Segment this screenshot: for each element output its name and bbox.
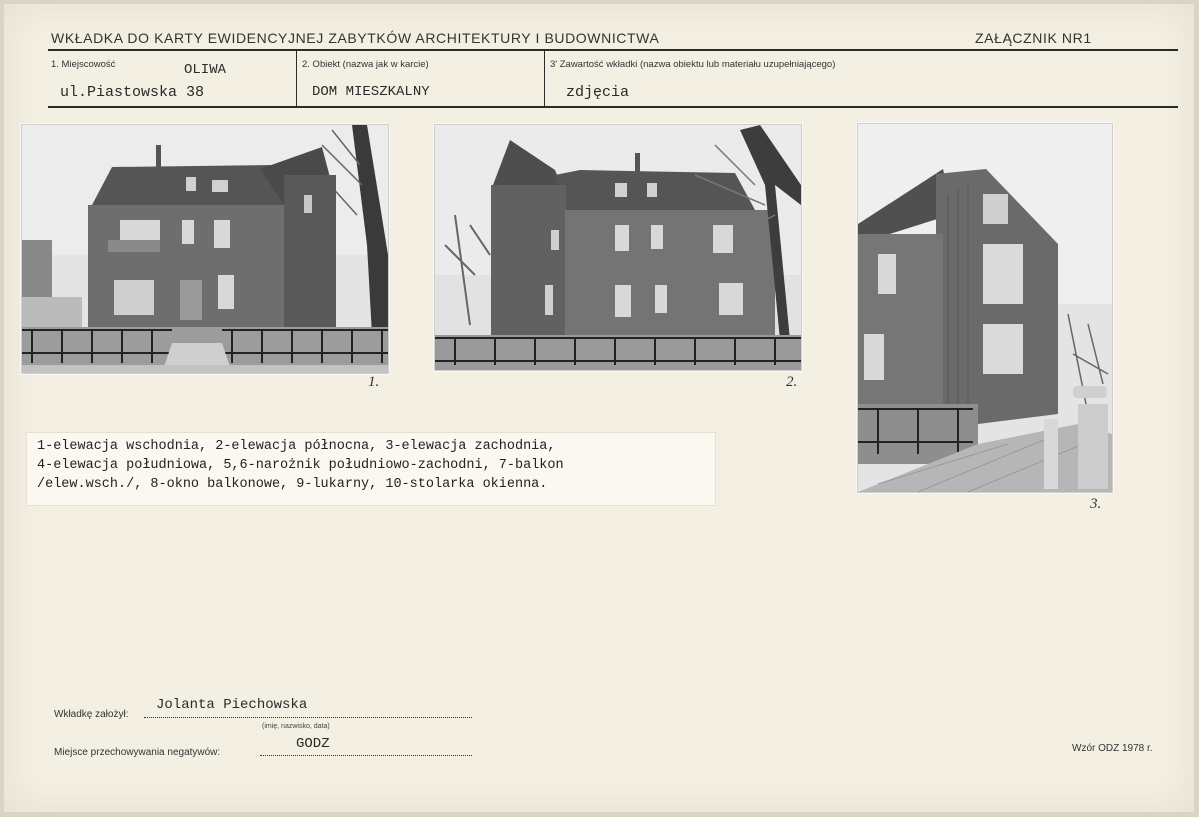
photo-3 (857, 123, 1113, 493)
object-value: DOM MIESZKALNY (312, 84, 430, 100)
photo-legend: 1-elewacja wschodnia, 2-elewacja północn… (26, 432, 716, 506)
record-card: WKŁADKA DO KARTY EWIDENCYJNEJ ZABYTKÓW A… (4, 4, 1194, 812)
photo-2 (434, 124, 802, 371)
location-label: 1. Miejscowość (51, 59, 116, 70)
location-value: OLIWA (184, 62, 227, 78)
negatives-storage-value: GODZ (296, 736, 330, 752)
negatives-storage-label: Miejsce przechowywania negatywów: (54, 747, 221, 758)
contents-value: zdjęcia (566, 84, 630, 101)
legend-line-2: 4-elewacja południowa, 5,6-narożnik połu… (37, 458, 564, 473)
photo-3-image (858, 124, 1112, 492)
header-top-rule (48, 49, 1178, 51)
header-divider-2 (544, 51, 545, 106)
contents-label: 3' Zawartość wkładki (nazwa obiektu lub … (550, 59, 836, 70)
annex-label: ZAŁĄCZNIK NR1 (975, 30, 1092, 46)
header-bottom-rule (48, 106, 1178, 108)
header-divider-1 (296, 51, 297, 106)
photo-3-number: 3. (1090, 496, 1102, 512)
photo-1-image (22, 125, 388, 373)
photo-2-image (435, 125, 801, 370)
object-label: 2. Obiekt (nazwa jak w karcie) (302, 59, 429, 70)
legend-line-3: /elew.wsch./, 8-okno balkonowe, 9-lukarn… (37, 477, 548, 492)
form-version: Wzór ODZ 1978 r. (1072, 743, 1153, 754)
photo-1-number: 1. (368, 374, 380, 390)
photo-2-number: 2. (786, 374, 798, 390)
header-title: WKŁADKA DO KARTY EWIDENCYJNEJ ZABYTKÓW A… (51, 30, 660, 46)
photo-1 (21, 124, 389, 374)
created-by-value: Jolanta Piechowska (156, 697, 308, 713)
legend-line-1: 1-elewacja wschodnia, 2-elewacja północn… (37, 439, 556, 454)
created-by-hint: (imię, nazwisko, data) (262, 723, 330, 730)
created-by-label: Wkładkę założył: (54, 709, 129, 720)
address-value: ul.Piastowska 38 (60, 84, 205, 101)
created-by-line (144, 717, 472, 718)
negatives-storage-line (260, 755, 472, 756)
